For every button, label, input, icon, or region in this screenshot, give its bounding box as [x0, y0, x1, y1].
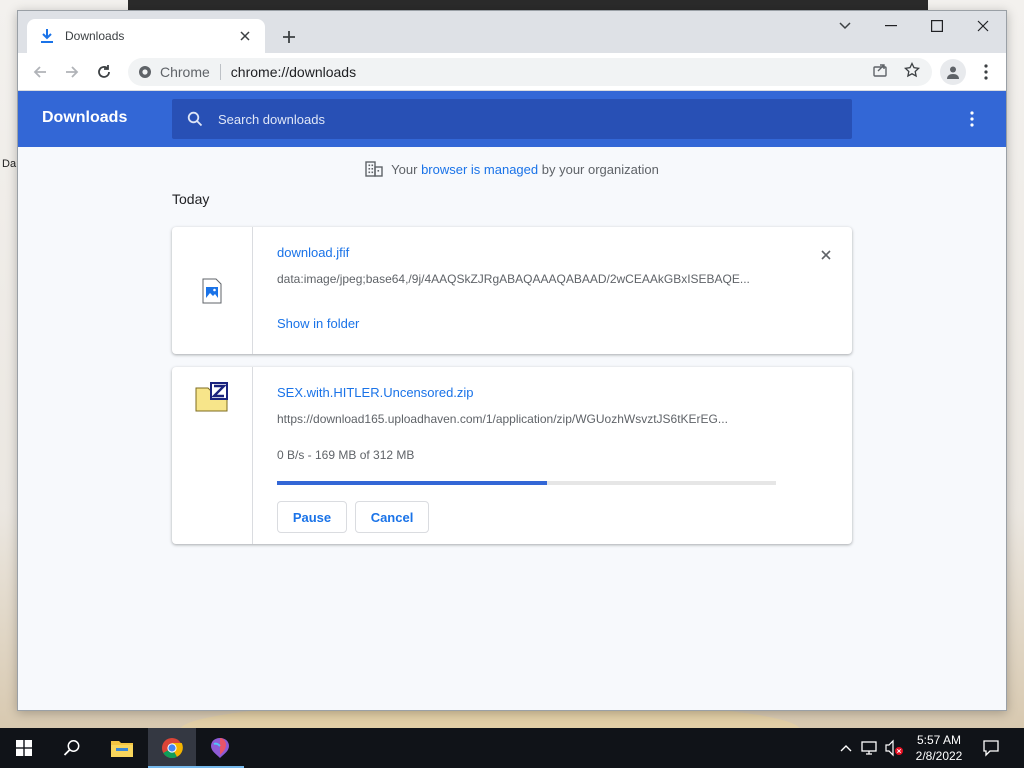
downloads-header: Downloads — [18, 91, 1006, 147]
download-item: SEX.with.HITLER.Uncensored.zip https://d… — [172, 367, 852, 544]
download-item: download.jfif data:image/jpeg;base64,/9j… — [172, 227, 852, 354]
building-icon — [365, 160, 383, 178]
omnibox-site-label: Chrome — [160, 64, 210, 80]
chrome-taskbar-icon[interactable] — [148, 728, 196, 768]
file-name-link[interactable]: SEX.with.HITLER.Uncensored.zip — [277, 385, 474, 400]
share-icon[interactable] — [870, 60, 890, 80]
clock-time: 5:57 AM — [916, 733, 962, 747]
tab-search-button[interactable] — [822, 11, 868, 41]
remove-download-icon[interactable] — [816, 245, 836, 265]
page-title: Downloads — [42, 109, 128, 126]
managed-notice: Your browser is managed by your organiza… — [18, 159, 1006, 179]
downloads-menu-icon[interactable] — [962, 109, 982, 129]
search-input[interactable] — [218, 111, 818, 127]
managed-suffix: by your organization — [541, 161, 659, 177]
browser-toolbar: Chrome chrome://downloads — [18, 53, 1006, 91]
system-clock[interactable]: 5:57 AM 2/8/2022 — [900, 732, 978, 764]
desktop-icon-label[interactable]: Da — [2, 158, 16, 170]
file-name-link[interactable]: download.jfif — [277, 245, 349, 260]
notifications-icon[interactable] — [981, 738, 1001, 758]
zip-archive-icon — [194, 381, 230, 413]
new-tab-button[interactable] — [278, 26, 300, 48]
forward-button[interactable] — [60, 60, 84, 84]
managed-link[interactable]: browser is managed — [421, 162, 538, 177]
close-window-button[interactable] — [960, 11, 1006, 41]
tab-title: Downloads — [65, 29, 125, 43]
network-icon[interactable] — [860, 738, 880, 758]
clock-date: 2/8/2022 — [915, 749, 963, 763]
minimize-button[interactable] — [868, 11, 914, 41]
omnibox-divider — [219, 64, 221, 80]
download-status: 0 B/s - 169 MB of 312 MB — [277, 448, 415, 462]
download-progress-fill — [277, 481, 548, 485]
maximize-button[interactable] — [914, 11, 960, 41]
cancel-button[interactable]: Cancel — [355, 501, 429, 533]
title-bar: Downloads — [18, 11, 1006, 53]
omnibox-url[interactable]: chrome://downloads — [231, 64, 356, 80]
bookmark-star-icon[interactable] — [902, 60, 922, 80]
search-icon — [186, 110, 204, 128]
file-icon-column — [172, 227, 253, 354]
taskbar: 5:57 AM 2/8/2022 — [0, 728, 1024, 768]
file-icon-column — [172, 367, 253, 544]
image-file-icon — [201, 277, 223, 305]
background-window-edge — [128, 0, 928, 10]
file-explorer-icon[interactable] — [98, 728, 146, 768]
download-progress-bar — [277, 481, 776, 485]
search-bar[interactable] — [172, 99, 852, 139]
close-tab-icon[interactable] — [237, 28, 253, 44]
tab-downloads[interactable]: Downloads — [27, 19, 265, 53]
address-bar[interactable]: Chrome chrome://downloads — [128, 58, 932, 86]
show-in-folder-link[interactable]: Show in folder — [277, 316, 359, 331]
download-icon — [39, 28, 55, 44]
browser-window: Downloads Chrome chrome://downloads Down… — [17, 10, 1007, 711]
app-taskbar-icon[interactable] — [196, 728, 244, 768]
profile-avatar[interactable] — [940, 59, 966, 85]
chrome-icon — [138, 65, 152, 79]
pause-button[interactable]: Pause — [277, 501, 347, 533]
reload-button[interactable] — [92, 60, 116, 84]
start-button[interactable] — [0, 728, 48, 768]
section-date-header: Today — [172, 191, 210, 207]
show-hidden-icons-icon[interactable] — [836, 738, 856, 758]
file-source-url[interactable]: https://download165.uploadhaven.com/1/ap… — [277, 412, 777, 426]
chrome-menu-icon[interactable] — [976, 62, 996, 82]
taskbar-search-icon[interactable] — [48, 728, 96, 768]
back-button[interactable] — [28, 60, 52, 84]
file-source-url[interactable]: data:image/jpeg;base64,/9j/4AAQSkZJRgABA… — [277, 272, 777, 286]
managed-prefix: Your — [391, 161, 418, 177]
